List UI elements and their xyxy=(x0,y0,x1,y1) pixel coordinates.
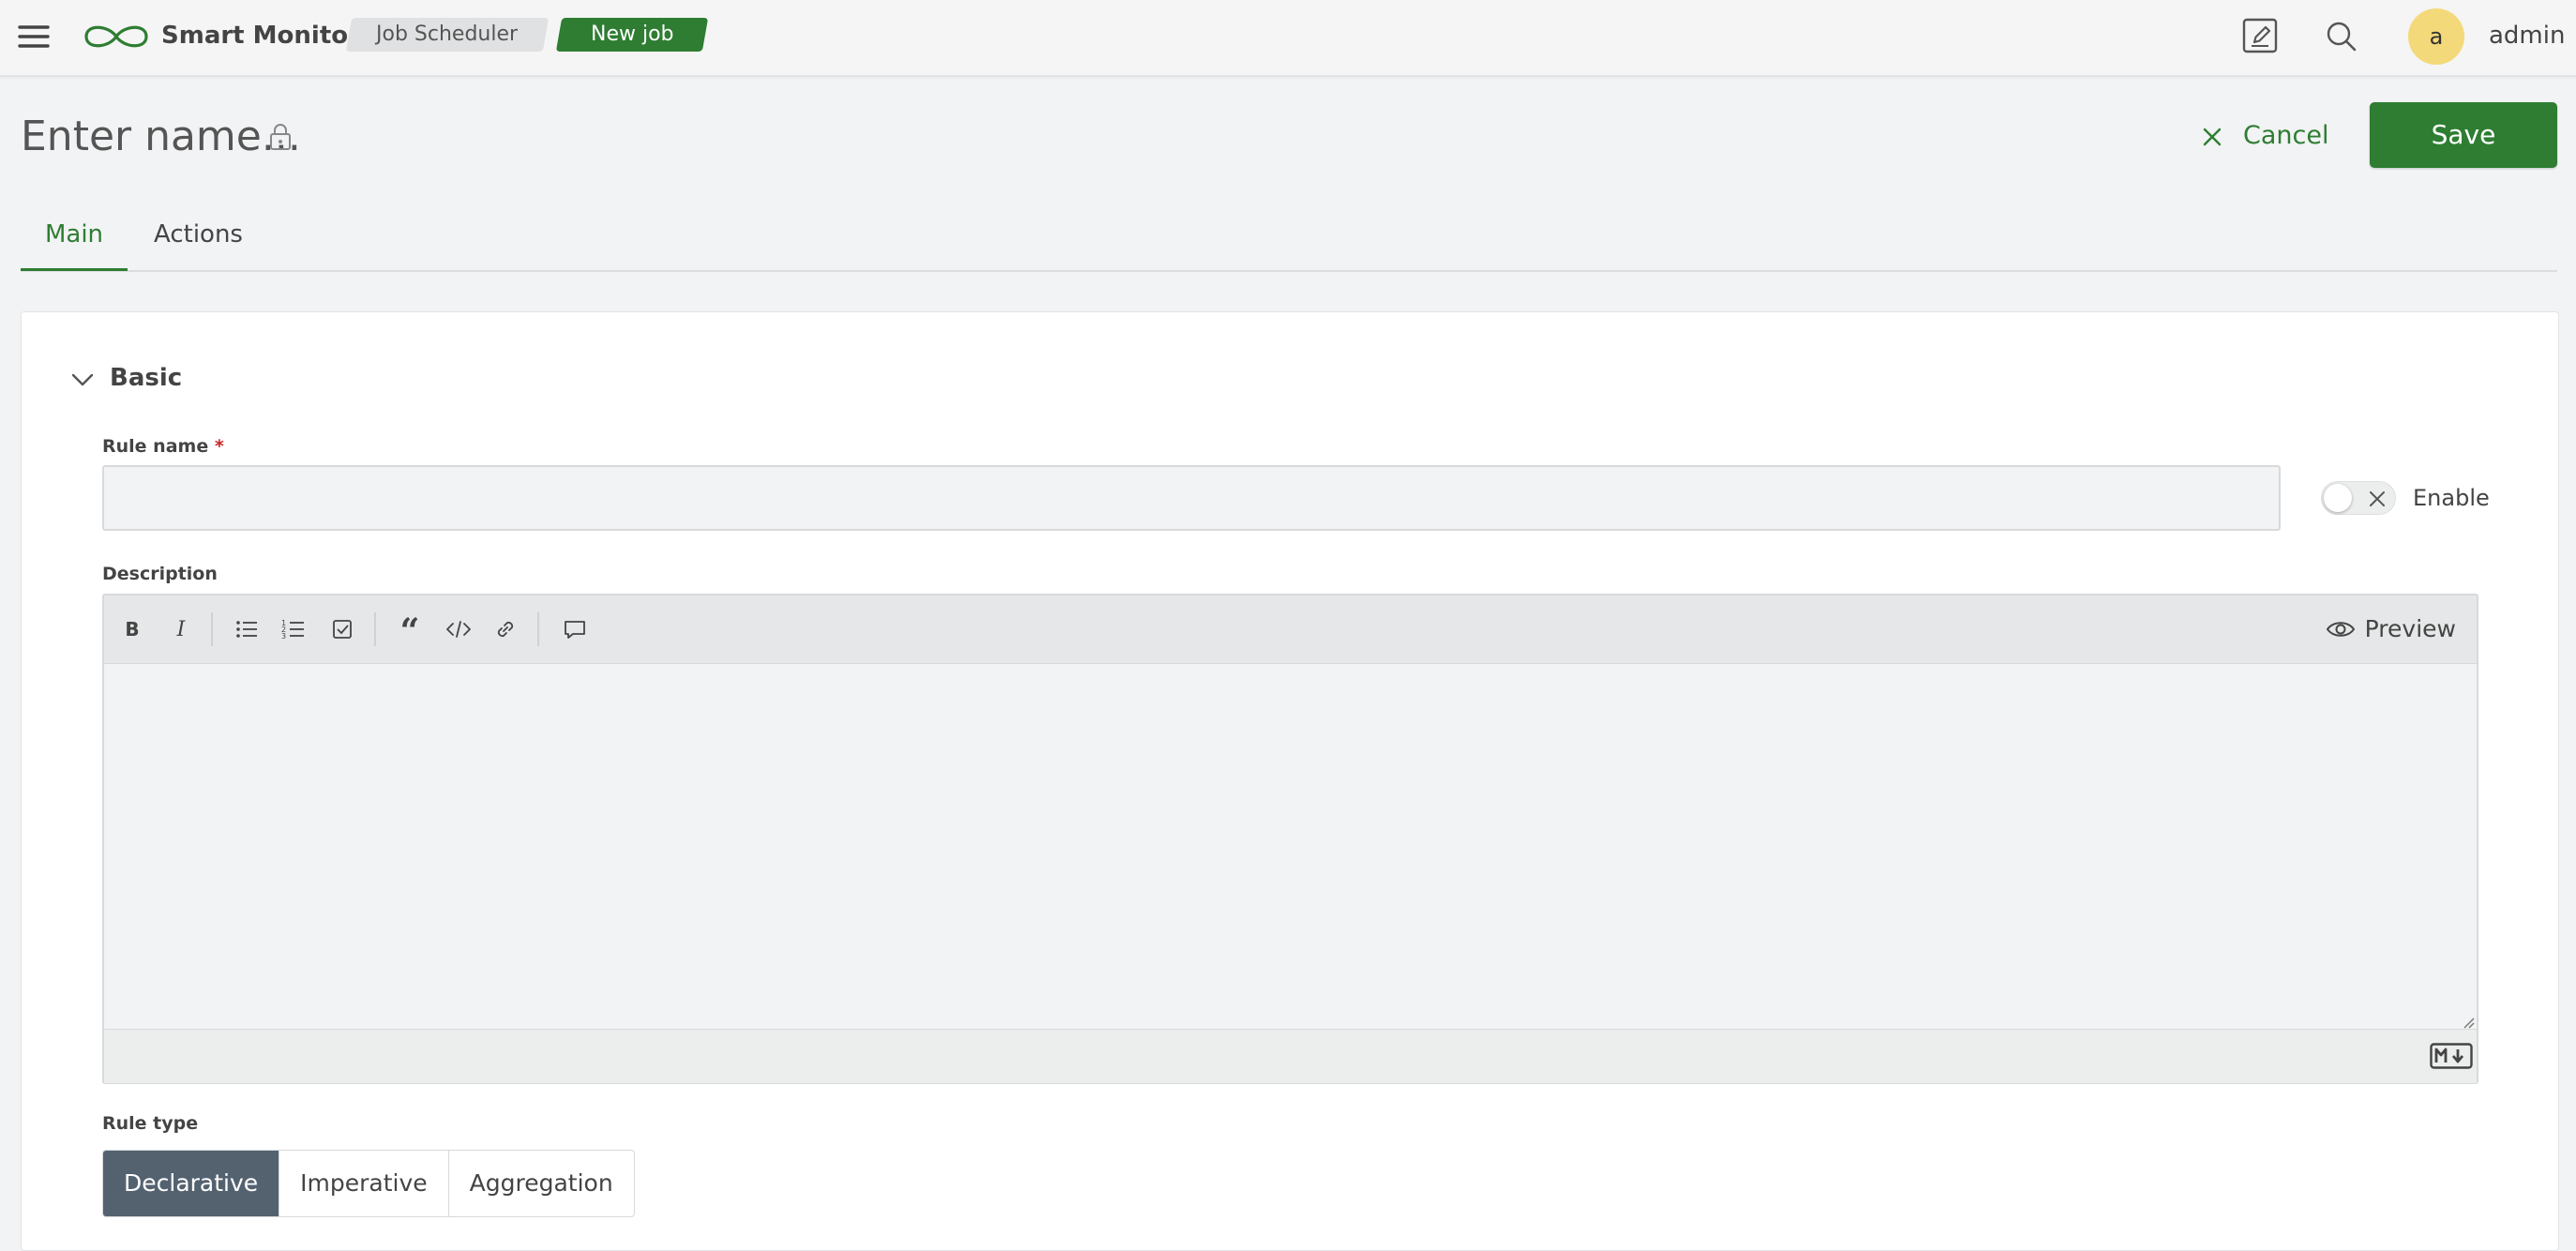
svg-text:“: “ xyxy=(400,614,420,644)
avatar[interactable]: a xyxy=(2408,8,2464,65)
rule-type-declarative[interactable]: Declarative xyxy=(103,1151,279,1216)
rule-type-aggregation[interactable]: Aggregation xyxy=(447,1151,634,1216)
lock-icon[interactable] xyxy=(268,123,293,151)
breadcrumb-label: New job xyxy=(590,23,674,46)
toggle-knob xyxy=(2324,484,2352,512)
username[interactable]: admin xyxy=(2489,19,2565,53)
rule-type-selector: Declarative Imperative Aggregation xyxy=(102,1150,635,1217)
app-name[interactable]: Smart Monitor xyxy=(161,20,360,52)
cancel-button[interactable]: Cancel xyxy=(2202,116,2328,156)
svg-text:B: B xyxy=(125,618,139,641)
enable-label: Enable xyxy=(2413,485,2490,511)
markdown-icon xyxy=(2430,1043,2473,1069)
svg-text:I: I xyxy=(176,618,187,641)
required-mark: * xyxy=(214,436,224,457)
italic-icon[interactable]: I xyxy=(166,614,196,644)
rule-type-imperative[interactable]: Imperative xyxy=(279,1151,448,1216)
section-title[interactable]: Basic xyxy=(110,359,182,397)
close-icon xyxy=(2203,128,2222,146)
breadcrumb-job-scheduler[interactable]: Job Scheduler xyxy=(345,18,550,52)
tab-main[interactable]: Main xyxy=(21,206,128,271)
menu-icon[interactable] xyxy=(17,23,51,51)
bold-icon[interactable]: B xyxy=(117,614,147,644)
page-title-input[interactable]: Enter name... xyxy=(21,111,301,163)
numbered-list-icon[interactable]: 123 xyxy=(279,614,309,644)
search-icon[interactable] xyxy=(2324,19,2359,54)
preview-label: Preview xyxy=(2364,615,2456,642)
chevron-down-icon[interactable] xyxy=(70,371,95,388)
svg-text:3: 3 xyxy=(281,632,286,641)
breadcrumb-new-job[interactable]: New job xyxy=(555,18,709,52)
tab-bar: Main Actions xyxy=(21,206,2557,272)
breadcrumb-label: Job Scheduler xyxy=(376,23,519,46)
cancel-label: Cancel xyxy=(2243,121,2329,150)
eye-icon xyxy=(2326,622,2355,637)
quote-icon[interactable]: “ xyxy=(395,614,425,644)
save-button[interactable]: Save xyxy=(2370,102,2557,168)
enable-toggle[interactable] xyxy=(2321,481,2396,515)
code-icon[interactable] xyxy=(444,614,474,644)
toolbar-divider xyxy=(211,612,213,646)
comment-icon[interactable] xyxy=(560,614,590,644)
toolbar-divider xyxy=(537,612,539,646)
editor-footer xyxy=(104,1029,2477,1083)
rule-name-label: Rule name * xyxy=(102,434,224,459)
resize-handle-icon[interactable] xyxy=(2462,1016,2475,1029)
rule-type-label: Rule type xyxy=(102,1113,199,1134)
editor-toolbar: B I 123 “ Preview xyxy=(104,595,2477,664)
rule-name-label-text: Rule name xyxy=(102,436,209,457)
logo-infinity-icon[interactable] xyxy=(81,22,152,52)
description-label: Description xyxy=(102,564,218,584)
description-textarea[interactable] xyxy=(104,664,2477,1030)
bulleted-list-icon[interactable] xyxy=(232,614,262,644)
edit-icon[interactable] xyxy=(2241,17,2279,54)
close-icon xyxy=(2370,491,2385,506)
rule-name-input[interactable] xyxy=(102,465,2281,531)
form-card: Basic Rule name * Enable Description B I… xyxy=(21,311,2559,1251)
top-bar: Smart Monitor Job Scheduler New job a ad… xyxy=(0,0,2576,77)
checklist-icon[interactable] xyxy=(327,614,357,644)
toolbar-divider xyxy=(374,612,376,646)
preview-button[interactable]: Preview xyxy=(2326,612,2456,646)
link-icon[interactable] xyxy=(490,614,520,644)
description-editor: B I 123 “ Preview xyxy=(102,594,2478,1084)
tab-actions[interactable]: Actions xyxy=(154,206,243,268)
